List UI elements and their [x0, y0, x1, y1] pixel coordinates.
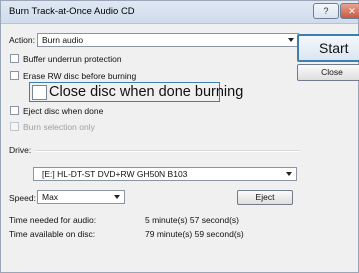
buffer-underrun-label: Buffer underrun protection [23, 54, 122, 64]
start-button[interactable]: Start [297, 34, 359, 62]
time-available-label: Time available on disc: [9, 229, 96, 239]
speed-label: Speed: [9, 193, 36, 203]
time-available-value: 79 minute(s) 59 second(s) [145, 229, 244, 239]
time-needed-value: 5 minute(s) 57 second(s) [145, 215, 240, 225]
window-close-icon[interactable]: ✕ [340, 3, 359, 19]
burn-selection-label: Burn selection only [23, 122, 95, 132]
drive-label: Drive: [9, 145, 32, 155]
action-label: Action: [9, 35, 35, 45]
speed-dropdown[interactable]: Max [37, 190, 125, 204]
erase-rw-checkbox[interactable] [10, 71, 19, 80]
action-dropdown[interactable]: Burn audio [37, 33, 299, 47]
speed-dropdown-value: Max [42, 192, 59, 202]
close-disc-label: Close disc when done burning [49, 84, 244, 100]
erase-rw-label: Erase RW disc before burning [23, 71, 137, 81]
action-dropdown-value: Burn audio [42, 35, 84, 45]
eject-disc-label: Eject disc when done [23, 106, 104, 116]
time-needed-label: Time needed for audio: [9, 215, 97, 225]
drive-dropdown[interactable]: [E:] HL-DT-ST DVD+RW GH50N B103 [33, 167, 297, 181]
buffer-underrun-checkbox[interactable] [10, 54, 19, 63]
close-disc-checkbox[interactable] [32, 85, 47, 100]
burn-dialog: Burn Track-at-Once Audio CD ? ✕ Action: … [0, 0, 359, 273]
chevron-down-icon [114, 195, 120, 199]
drive-dropdown-value: [E:] HL-DT-ST DVD+RW GH50N B103 [42, 169, 188, 179]
burn-selection-checkbox [10, 122, 19, 131]
chevron-down-icon [288, 38, 294, 42]
close-button[interactable]: Close [297, 64, 359, 81]
window-title: Burn Track-at-Once Audio CD [9, 6, 135, 17]
title-bar: Burn Track-at-Once Audio CD ? ✕ [1, 1, 359, 24]
eject-disc-checkbox[interactable] [10, 106, 19, 115]
chevron-down-icon [286, 172, 292, 176]
drive-separator [35, 150, 299, 152]
help-button[interactable]: ? [313, 3, 339, 19]
eject-button[interactable]: Eject [237, 190, 293, 205]
